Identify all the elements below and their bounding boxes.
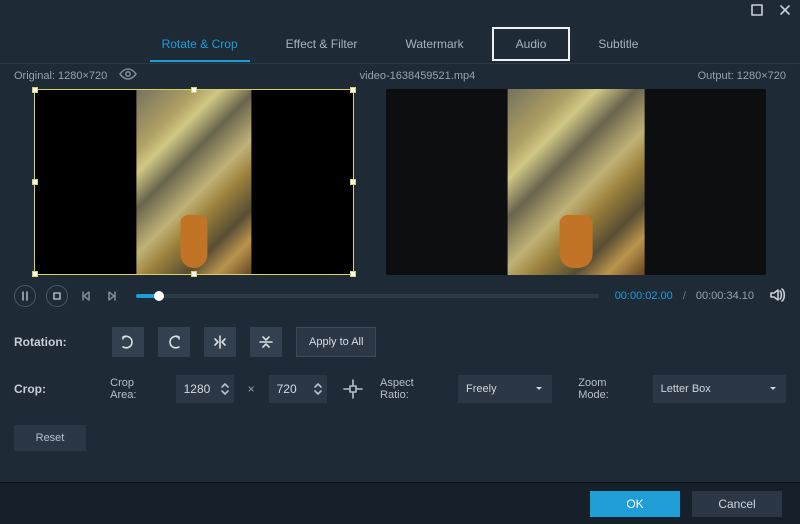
crop-box[interactable] <box>34 89 354 275</box>
stop-button[interactable] <box>46 285 68 307</box>
ok-button[interactable]: OK <box>590 491 680 517</box>
tab-rotate-crop[interactable]: Rotate & Crop <box>138 27 262 61</box>
original-dimensions: Original: 1280×720 <box>14 70 107 82</box>
tabs: Rotate & Crop Effect & Filter Watermark … <box>0 24 800 64</box>
crop-handle-bl[interactable] <box>32 271 38 277</box>
eye-icon[interactable] <box>119 68 137 83</box>
aspect-ratio-value: Freely <box>466 383 497 395</box>
zoom-mode-label: Zoom Mode: <box>578 377 638 401</box>
cancel-button[interactable]: Cancel <box>692 491 782 517</box>
controls: Rotation: Apply to All Crop: Crop Area: … <box>0 313 800 451</box>
crop-width-spinner[interactable] <box>220 381 230 397</box>
chevron-down-icon <box>768 385 778 393</box>
chevron-down-icon <box>534 385 544 393</box>
flip-vertical-button[interactable] <box>250 327 282 357</box>
progress-bar[interactable] <box>136 294 599 298</box>
flip-horizontal-button[interactable] <box>204 327 236 357</box>
progress-knob[interactable] <box>154 291 164 301</box>
crop-height-input[interactable]: 720 <box>269 375 327 403</box>
tab-effect-filter[interactable]: Effect & Filter <box>262 27 382 61</box>
prev-frame-button[interactable] <box>78 288 94 304</box>
crop-handle-bm[interactable] <box>191 271 197 277</box>
crop-height-value: 720 <box>277 382 309 396</box>
rotation-row: Rotation: Apply to All <box>14 327 786 357</box>
output-dimensions: Output: 1280×720 <box>698 70 786 82</box>
crop-handle-tr[interactable] <box>350 87 356 93</box>
filename: video-1638459521.mp4 <box>360 70 476 82</box>
zoom-mode-value: Letter Box <box>661 383 711 395</box>
preview-area <box>0 89 800 275</box>
center-crop-button[interactable] <box>341 376 366 402</box>
crop-handle-mr[interactable] <box>350 179 356 185</box>
crop-handle-br[interactable] <box>350 271 356 277</box>
apply-to-all-button[interactable]: Apply to All <box>296 327 376 357</box>
info-bar: Original: 1280×720 video-1638459521.mp4 … <box>0 64 800 89</box>
tab-subtitle[interactable]: Subtitle <box>574 27 662 61</box>
rotate-right-button[interactable] <box>158 327 190 357</box>
footer: OK Cancel <box>0 482 800 524</box>
tab-watermark[interactable]: Watermark <box>381 27 487 61</box>
output-pane <box>386 89 766 275</box>
time-current: 00:00:02.00 <box>615 290 673 302</box>
dimension-multiply: × <box>248 382 255 396</box>
pause-button[interactable] <box>14 285 36 307</box>
crop-label: Crop: <box>14 382 96 396</box>
next-frame-button[interactable] <box>104 288 120 304</box>
output-thumbnail <box>508 89 645 275</box>
rotation-label: Rotation: <box>14 335 98 349</box>
reset-button[interactable]: Reset <box>14 425 86 451</box>
zoom-mode-select[interactable]: Letter Box <box>653 375 786 403</box>
titlebar <box>0 0 800 24</box>
crop-handle-ml[interactable] <box>32 179 38 185</box>
crop-row: Crop: Crop Area: 1280 × 720 Aspect Ratio… <box>14 375 786 403</box>
time-duration: 00:00:34.10 <box>696 290 754 302</box>
aspect-ratio-select[interactable]: Freely <box>458 375 552 403</box>
crop-handle-tl[interactable] <box>32 87 38 93</box>
source-pane[interactable] <box>34 89 354 275</box>
crop-height-spinner[interactable] <box>313 381 323 397</box>
transport-bar: 00:00:02.00 / 00:00:34.10 <box>0 275 800 313</box>
volume-icon[interactable] <box>770 288 786 305</box>
crop-width-value: 1280 <box>184 382 216 396</box>
close-icon[interactable] <box>778 3 792 22</box>
crop-area-label: Crop Area: <box>110 377 161 401</box>
tab-audio[interactable]: Audio <box>492 27 571 61</box>
time-separator: / <box>683 290 686 302</box>
crop-handle-tm[interactable] <box>191 87 197 93</box>
crop-width-input[interactable]: 1280 <box>176 375 234 403</box>
aspect-ratio-label: Aspect Ratio: <box>380 377 444 401</box>
rotate-left-button[interactable] <box>112 327 144 357</box>
maximize-icon[interactable] <box>750 3 764 22</box>
